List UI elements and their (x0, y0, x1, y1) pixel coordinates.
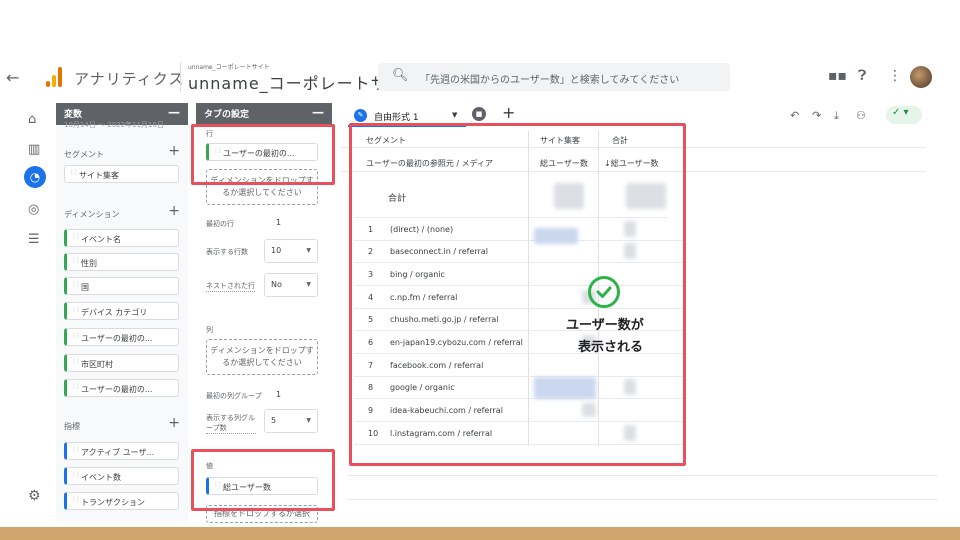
variables-panel: 変数 — 10月14日 ～ 2022年11月10日 セグメント + サイト集客 … (56, 103, 188, 523)
left-nav: ⌂ ▥ ◔ ◎ ☰ (22, 104, 48, 524)
undo-icon[interactable]: ↶ (790, 109, 799, 122)
segments-title: セグメント (64, 150, 104, 159)
app-name: アナリティクス (74, 70, 185, 88)
redo-icon[interactable]: ↷ (812, 109, 821, 122)
tab-options-icon[interactable]: ■ (472, 107, 486, 121)
metric-chip[interactable]: トランザクション (64, 492, 179, 510)
add-metric-icon[interactable]: + (168, 415, 180, 431)
help-icon[interactable]: ❓︎ (858, 68, 866, 84)
values-highlight (191, 449, 335, 511)
metrics-title: 指標 (64, 422, 80, 431)
share-icon[interactable]: ⚇ (856, 109, 866, 122)
annotation-line-1: ユーザー数が (566, 318, 644, 333)
bottom-stripe (0, 527, 960, 540)
columns-drop-zone[interactable]: ディメンションをドロップするか選択してください (206, 339, 318, 375)
grid-line (348, 475, 938, 476)
tab-settings-title: タブの設定 (204, 110, 250, 120)
variables-title: 変数 (64, 110, 83, 120)
caret-down-icon[interactable]: ▼ (452, 111, 457, 119)
dimension-chip[interactable]: 国 (64, 277, 179, 295)
back-arrow-icon[interactable]: ← (6, 68, 19, 87)
settings-gear-icon[interactable]: ⚙ (28, 488, 41, 504)
columns-label: 列 (206, 326, 213, 334)
show-col-groups-select[interactable]: 5 ▼ (264, 409, 318, 433)
dimension-chip[interactable]: 市区町村 (64, 354, 179, 372)
annotation-line-2: 表示される (578, 340, 644, 355)
nested-rows-select[interactable]: No ▼ (264, 273, 318, 297)
home-icon[interactable]: ⌂ (28, 112, 36, 127)
add-dimension-icon[interactable]: + (168, 203, 180, 219)
segment-chip[interactable]: サイト集客 (64, 165, 179, 183)
header-divider (180, 62, 181, 92)
top-header: ← アナリティクス unname_コーポレートサイト unname_コーポレート… (0, 58, 960, 98)
tab-label: 自由形式 1 (374, 113, 419, 123)
show-rows-value: 10 (271, 246, 282, 255)
check-circle-icon (588, 276, 620, 308)
dimensions-title: ディメンション (64, 210, 120, 219)
first-col-group-label: 最初の列グループ (206, 392, 262, 400)
configure-icon[interactable]: ☰ (28, 232, 40, 247)
search-icon: 🔍︎ (392, 68, 409, 83)
dimension-chip[interactable]: デバイス カテゴリ (64, 302, 179, 320)
first-row-label: 最初の行 (206, 220, 234, 228)
avatar[interactable] (910, 66, 932, 88)
add-tab-icon[interactable]: + (502, 103, 515, 122)
date-range[interactable]: 10月14日 ～ 2022年11月10日 (64, 120, 164, 130)
advertising-icon[interactable]: ◎ (28, 202, 39, 217)
dimension-chip[interactable]: 性別 (64, 253, 179, 271)
first-col-group-value[interactable]: 1 (276, 390, 281, 399)
dimension-chip[interactable]: ユーザーの最初の... (64, 379, 179, 397)
nested-rows-label: ネストされた行 (206, 282, 255, 292)
explore-icon[interactable]: ◔ (24, 166, 46, 188)
grid-line (348, 499, 938, 500)
download-icon[interactable]: ⤓ (834, 109, 839, 123)
reports-icon[interactable]: ▥ (28, 142, 40, 157)
tab-settings-header: タブの設定 — (196, 103, 332, 125)
metric-chip[interactable]: イベント数 (64, 467, 179, 485)
caret-down-icon: ▼ (306, 417, 311, 424)
collapse-tab-settings-icon[interactable]: — (312, 105, 324, 119)
first-row-value[interactable]: 1 (276, 218, 281, 227)
nested-rows-value: No (271, 280, 282, 289)
collapse-variables-icon[interactable]: — (168, 105, 180, 119)
pencil-icon: ✎ (354, 109, 367, 122)
rows-highlight (191, 124, 335, 185)
save-status-badge[interactable]: ✓ ▾ (886, 106, 922, 124)
caret-down-icon: ▼ (306, 281, 311, 288)
add-segment-icon[interactable]: + (168, 143, 180, 159)
search-bar[interactable]: 🔍︎ 「先週の米国からのユーザー数」と検索してみてください (378, 63, 730, 91)
show-rows-label: 表示する行数 (206, 248, 248, 256)
caret-down-icon: ▼ (306, 247, 311, 254)
show-col-groups-value: 5 (271, 416, 277, 425)
analytics-logo-icon (46, 67, 64, 87)
metric-chip[interactable]: アクティブ ユーザ... (64, 442, 179, 460)
analytics-page: ← アナリティクス unname_コーポレートサイト unname_コーポレート… (0, 0, 960, 540)
more-vert-icon[interactable]: ⋮ (888, 68, 902, 84)
show-col-groups-label: 表示する列グループ数 (206, 414, 256, 434)
dimension-chip[interactable]: ユーザーの最初の... (64, 328, 179, 346)
apps-grid-icon[interactable]: ▪▪ (828, 68, 847, 84)
show-rows-select[interactable]: 10 ▼ (264, 239, 318, 263)
table-highlight (349, 123, 686, 466)
search-placeholder: 「先週の米国からのユーザー数」と検索してみてください (420, 75, 680, 86)
dimension-chip[interactable]: イベント名 (64, 229, 179, 247)
